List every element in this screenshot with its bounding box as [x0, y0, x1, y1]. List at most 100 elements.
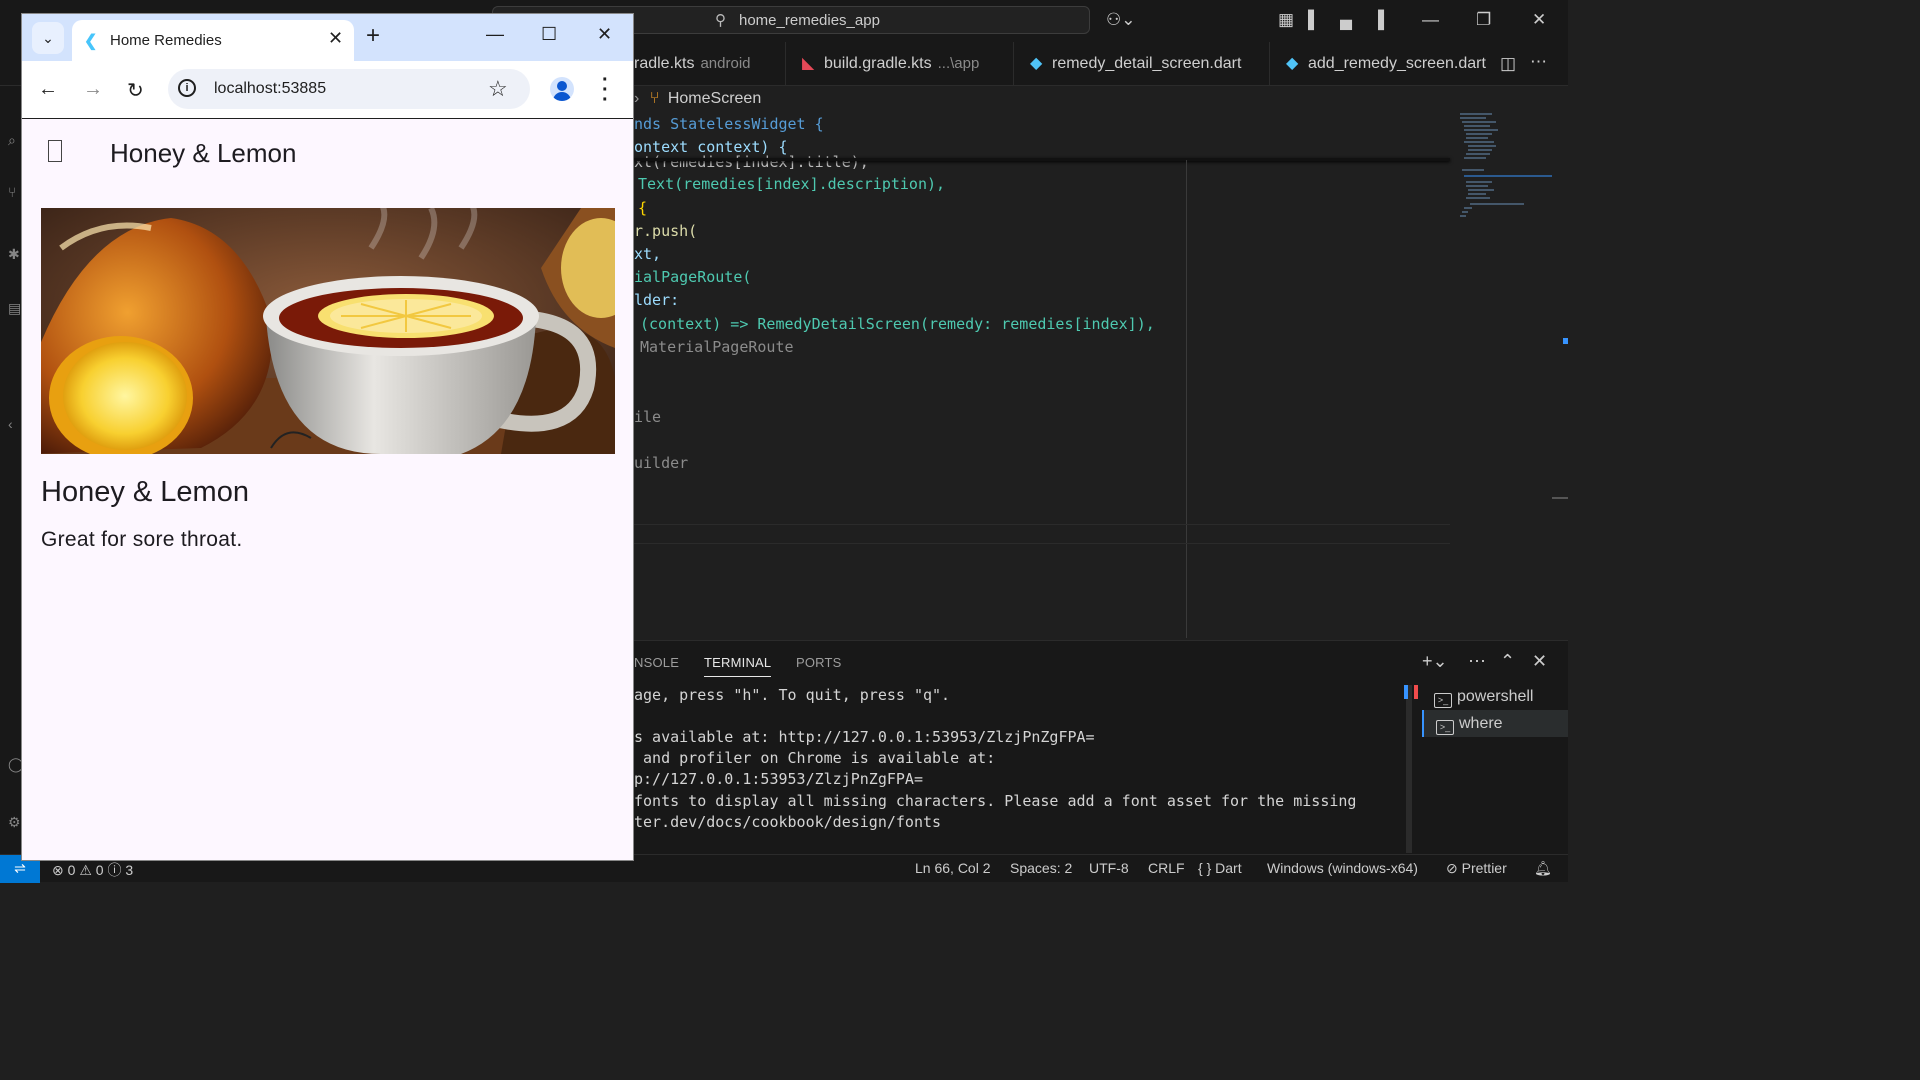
info-count: 3	[125, 862, 134, 878]
problems-indicator[interactable]: ⊗ 0 ⚠ 0 ⓘ 3	[52, 860, 133, 880]
restore-icon[interactable]: ❐	[1476, 10, 1491, 30]
notifications-bell-icon[interactable]: 🔔︎	[1534, 860, 1552, 877]
terminal-line: and profiler on Chrome is available at:	[634, 749, 996, 767]
info-icon: ⓘ	[107, 862, 122, 878]
copilot-icon[interactable]: ⚇⌄	[1106, 10, 1135, 30]
warning-icon: ⚠	[79, 862, 92, 878]
flutter-app: Honey & Lemon Honey & Lemon Great for so…	[22, 120, 633, 860]
code-text: ialPageRoute(	[634, 268, 752, 286]
tab-debug-console[interactable]: NSOLE	[634, 655, 679, 670]
forward-arrow-icon[interactable]: →	[83, 78, 103, 101]
ruler-line	[1186, 160, 1187, 638]
remedy-title: Honey & Lemon	[41, 476, 249, 508]
kebab-menu-icon[interactable]: · · ·	[602, 70, 609, 110]
code-line: ile	[634, 406, 661, 429]
code-text: ile	[634, 408, 662, 426]
back-arrow-icon[interactable]: ←	[38, 78, 58, 101]
terminal-line: fonts to display all missing characters.…	[634, 792, 1357, 810]
code-line: ialPageRoute(	[634, 266, 751, 289]
formatter[interactable]: ⊘ Prettier	[1446, 860, 1507, 877]
settings-gear-icon[interactable]: ⚙	[8, 814, 21, 831]
maximize-panel-icon[interactable]: ⌃	[1500, 651, 1515, 672]
code-text: MaterialPageRoute	[640, 338, 794, 356]
site-info-icon[interactable]: i	[178, 79, 196, 97]
toggle-panel-icon[interactable]: ▄	[1340, 10, 1352, 30]
close-tab-icon[interactable]: ✕	[328, 28, 343, 49]
bookmark-star-icon[interactable]: ☆	[488, 76, 508, 102]
code-text: uilder	[634, 454, 689, 472]
avatar-head	[557, 81, 567, 91]
encoding[interactable]: UTF-8	[1089, 860, 1129, 876]
code-line: xt,	[634, 243, 661, 266]
debug-icon[interactable]: ✱	[8, 246, 20, 263]
code-text: nds StatelessWidget {	[634, 115, 824, 133]
tab-terminal[interactable]: TERMINAL	[704, 655, 772, 677]
minimap[interactable]	[1452, 112, 1552, 232]
chevron-icon[interactable]: ‹	[8, 416, 13, 432]
scrollbar-thumb[interactable]	[1552, 497, 1568, 499]
close-icon[interactable]: ✕	[1532, 10, 1546, 30]
maximize-icon[interactable]: ☐	[541, 24, 557, 45]
url-text: localhost:53885	[214, 80, 327, 97]
warning-count: 0	[95, 862, 104, 878]
breadcrumb-item[interactable]: HomeScreen	[668, 90, 761, 107]
language-label: Dart	[1215, 860, 1242, 876]
terminal-item-powershell[interactable]: >_ powershell	[1422, 683, 1568, 710]
reload-icon[interactable]: ↻	[127, 78, 144, 103]
platform[interactable]: Windows (windows-x64)	[1267, 860, 1418, 876]
tab-build-gradle-app[interactable]: ◣ build.gradle.kts ...\app	[786, 42, 1014, 86]
tab-title: Home Remedies	[110, 32, 222, 49]
remedy-description: Great for sore throat.	[41, 528, 243, 551]
code-text: lder:	[634, 291, 680, 309]
terminal-scrollbar[interactable]	[1406, 685, 1412, 853]
language-mode[interactable]: { } Dart	[1198, 860, 1242, 876]
class-symbol-icon: ⑂	[649, 90, 660, 107]
extensions-icon[interactable]: ▤	[8, 300, 21, 317]
tab-search-chevron-icon[interactable]: ⌄	[32, 22, 64, 54]
browser-tab[interactable]: ❮ Home Remedies ✕	[72, 20, 354, 61]
prettier-icon: ⊘	[1446, 860, 1458, 876]
dart-icon: ◆	[1286, 55, 1299, 72]
toggle-secondary-sidebar-icon[interactable]: ▐	[1372, 10, 1384, 30]
tab-label: add_remedy_screen.dart	[1308, 55, 1486, 72]
terminal-error-marker	[1414, 685, 1418, 699]
end-of-line[interactable]: CRLF	[1148, 860, 1185, 876]
source-control-icon[interactable]: ⑂	[8, 184, 16, 200]
indentation[interactable]: Spaces: 2	[1010, 860, 1072, 876]
profile-avatar-icon[interactable]	[550, 77, 574, 101]
chrome-window: ⌄ ❮ Home Remedies ✕ + — ☐ ✕ ← → ↻ i loca…	[21, 13, 634, 861]
minimize-icon[interactable]: —	[486, 24, 504, 45]
tab-add-remedy-screen[interactable]: ◆ add_remedy_screen.dart	[1270, 42, 1490, 86]
tab-build-gradle-android[interactable]: radle.kts android	[634, 42, 786, 86]
code-editor[interactable]: nds StatelessWidget { ontext context) { …	[634, 112, 1450, 524]
terminal-item-label: powershell	[1457, 688, 1534, 705]
close-window-icon[interactable]: ✕	[597, 24, 612, 45]
tab-remedy-detail-screen[interactable]: ◆ remedy_detail_screen.dart	[1014, 42, 1270, 86]
terminal-item-where[interactable]: >_ where	[1422, 710, 1568, 737]
split-editor-icon[interactable]: ◫	[1500, 54, 1516, 74]
editor-divider	[634, 524, 1450, 525]
code-text: {	[638, 199, 648, 217]
address-bar[interactable]: i localhost:53885 ☆	[168, 69, 530, 109]
new-terminal-icon[interactable]: +⌄	[1422, 651, 1448, 672]
new-tab-plus-icon[interactable]: +	[366, 22, 380, 50]
customize-layout-icon[interactable]: ▦	[1278, 10, 1294, 30]
terminal-line: age, press "h". To quit, press "q".	[634, 686, 951, 704]
code-text: r.push(	[634, 222, 698, 240]
code-line: Text(remedies[index].description),	[638, 173, 945, 196]
terminal-icon: >_	[1434, 693, 1452, 708]
tab-label: remedy_detail_screen.dart	[1052, 55, 1242, 72]
cursor-position[interactable]: Ln 66, Col 2	[915, 860, 991, 876]
back-button-icon[interactable]	[48, 140, 62, 162]
minimize-icon[interactable]: —	[1422, 10, 1439, 30]
search-icon[interactable]: ⌕	[8, 132, 16, 149]
close-panel-icon[interactable]: ✕	[1532, 651, 1547, 672]
more-actions-icon[interactable]: ⋯	[1468, 651, 1486, 672]
toggle-sidebar-icon[interactable]: ▌	[1308, 10, 1320, 30]
breadcrumb[interactable]: › ⑂ HomeScreen	[634, 88, 761, 110]
code-line: (context) => RemedyDetailScreen(remedy: …	[640, 313, 1155, 336]
kotlin-icon: ◣	[802, 55, 815, 72]
terminal-line: ter.dev/docs/cookbook/design/fonts	[634, 813, 942, 831]
more-actions-icon[interactable]: ⋯	[1530, 52, 1547, 72]
tab-ports[interactable]: PORTS	[796, 655, 842, 670]
